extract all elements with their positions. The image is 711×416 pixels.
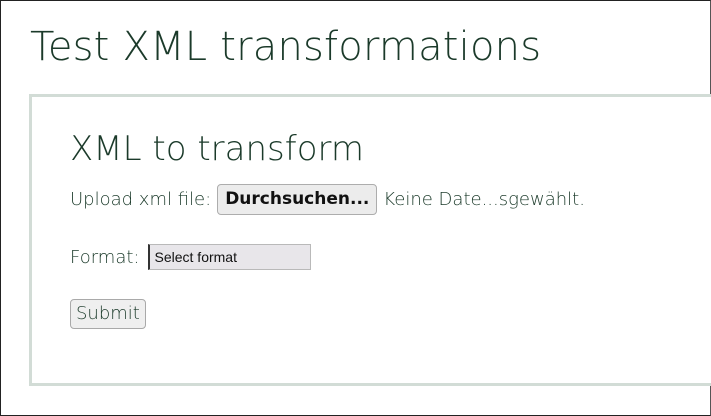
page: Test XML transformations XML to transfor… <box>0 0 711 416</box>
submit-button[interactable]: Submit <box>70 299 146 329</box>
format-row: Format: Select format <box>70 242 311 272</box>
file-status-text: Keine Date...sgewählt. <box>383 188 585 210</box>
upload-row: Upload xml file: Durchsuchen... Keine Da… <box>70 181 585 217</box>
xml-transform-panel: XML to transform Upload xml file: Durchs… <box>29 94 711 386</box>
upload-label: Upload xml file: <box>70 188 212 210</box>
format-select[interactable]: Select format <box>147 244 311 270</box>
submit-row: Submit <box>70 298 146 330</box>
section-title: XML to transform <box>70 129 364 169</box>
format-label: Format: <box>70 246 140 268</box>
page-title: Test XML transformations <box>30 24 542 70</box>
browse-button[interactable]: Durchsuchen... <box>217 183 378 215</box>
